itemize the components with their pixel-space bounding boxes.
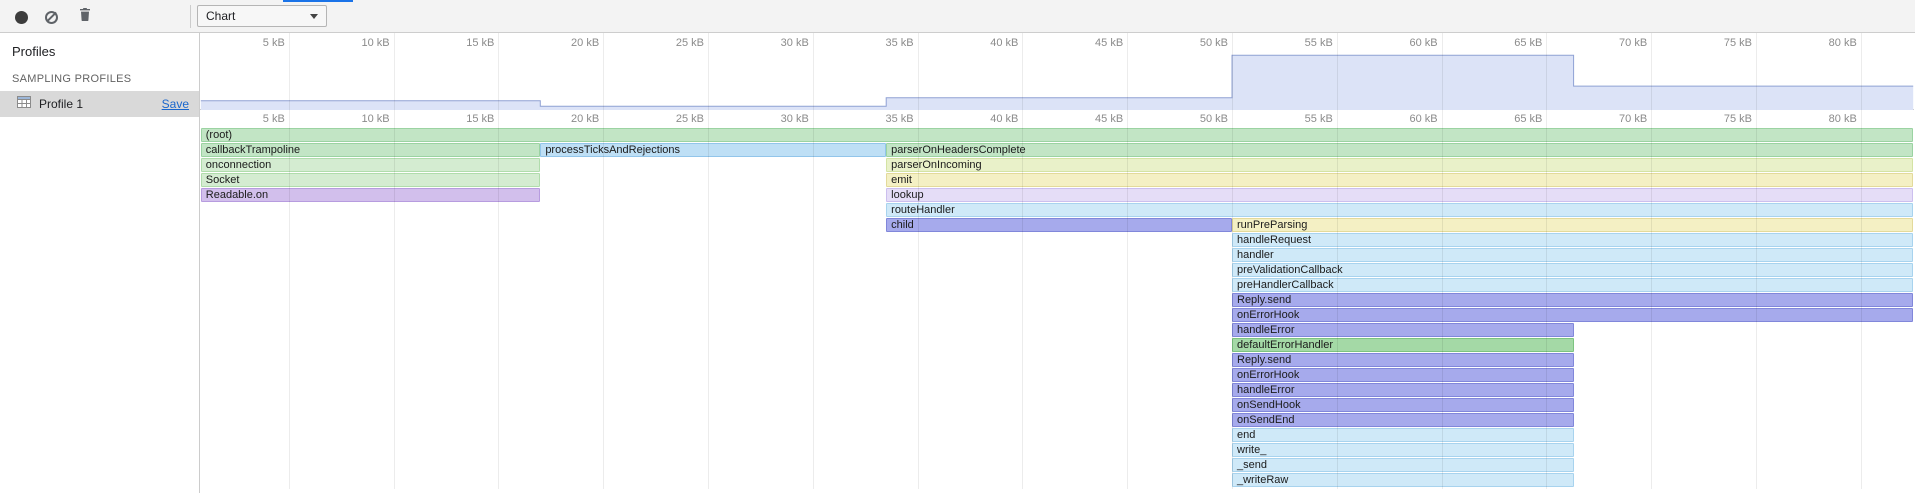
flame-frame[interactable]: emit xyxy=(886,173,1913,187)
flame-frame[interactable]: callbackTrampoline xyxy=(201,143,541,157)
profile-item[interactable]: Profile 1 Save xyxy=(0,91,199,117)
tick-label: 35 kB xyxy=(834,113,914,125)
flame-frame[interactable]: _send xyxy=(1232,458,1574,472)
flame-row: onErrorHook xyxy=(200,308,1914,323)
flame-row: defaultErrorHandler xyxy=(200,338,1914,353)
record-icon xyxy=(15,11,28,24)
flame-frame[interactable]: runPreParsing xyxy=(1232,218,1913,232)
sampling-profiles-section-label: SAMPLING PROFILES xyxy=(0,68,199,91)
flame-frame[interactable]: end xyxy=(1232,428,1574,442)
flame-frame[interactable]: defaultErrorHandler xyxy=(1232,338,1574,352)
profile-icon xyxy=(16,94,32,115)
tick-label: 25 kB xyxy=(624,113,704,125)
main: Profiles SAMPLING PROFILES Profile 1 Sav… xyxy=(0,33,1915,493)
flame-row: preHandlerCallback xyxy=(200,278,1914,293)
flame-row: handleRequest xyxy=(200,233,1914,248)
tick-label: 40 kB xyxy=(938,113,1018,125)
flame-row: (root) xyxy=(200,128,1914,143)
flame-frame[interactable]: Readable.on xyxy=(201,188,541,202)
flame-frame[interactable]: parserOnHeadersComplete xyxy=(886,143,1913,157)
view-select[interactable]: Chart xyxy=(197,5,327,27)
flame-row: callbackTrampolineprocessTicksAndRejecti… xyxy=(200,143,1914,158)
tick-label: 80 kB xyxy=(1777,113,1857,125)
flame-frame[interactable]: (root) xyxy=(201,128,1913,142)
flame-row: preValidationCallback xyxy=(200,263,1914,278)
trash-icon xyxy=(78,7,92,27)
overview-area-fill xyxy=(201,55,1913,110)
flame-frame[interactable]: Reply.send xyxy=(1232,293,1913,307)
flame-row: Readable.on lookup xyxy=(200,188,1914,203)
flame-frame[interactable]: handleRequest xyxy=(1232,233,1913,247)
flame-frame[interactable]: parserOnIncoming xyxy=(886,158,1913,172)
flame-row: handleError xyxy=(200,383,1914,398)
tick-label: 75 kB xyxy=(1672,113,1752,125)
flame-row: childrunPreParsing xyxy=(200,218,1914,233)
toolbar-separator xyxy=(190,5,191,28)
flame-row: routeHandler xyxy=(200,203,1914,218)
tick-label: 50 kB xyxy=(1148,113,1228,125)
flame-frame[interactable]: _writeRaw xyxy=(1232,473,1574,487)
flame-frame[interactable]: onErrorHook xyxy=(1232,308,1913,322)
chevron-down-icon xyxy=(310,14,318,19)
flame-frame[interactable]: processTicksAndRejections xyxy=(540,143,886,157)
flame-row: end xyxy=(200,428,1914,443)
flame-row: Reply.send xyxy=(200,293,1914,308)
tick-label: 55 kB xyxy=(1253,113,1333,125)
sidebar: Profiles SAMPLING PROFILES Profile 1 Sav… xyxy=(0,33,200,493)
clear-button[interactable] xyxy=(38,4,64,30)
flame-frame[interactable]: handleError xyxy=(1232,383,1574,397)
chart-panel: 5 kB 10 kB 15 kB 20 kB 25 kB 30 kB 35 kB 40 kB 4… xyxy=(200,33,1914,493)
tick-label: 15 kB xyxy=(414,113,494,125)
overview-area-svg xyxy=(200,33,1914,110)
flame-row: Reply.send xyxy=(200,353,1914,368)
memory-overview[interactable]: 5 kB10 kB15 kB20 kB25 kB30 kB35 kB40 kB4… xyxy=(200,33,1914,110)
flame-frame[interactable]: handleError xyxy=(1232,323,1574,337)
flame-row: onconnection parserOnIncoming xyxy=(200,158,1914,173)
tick-label: 65 kB xyxy=(1462,113,1542,125)
flame-ruler: 5 kB 10 kB 15 kB 20 kB 25 kB 30 kB 35 kB 40 kB 4… xyxy=(200,110,1914,128)
flame-chart: (root)callbackTrampolineprocessTicksAndR… xyxy=(200,128,1914,488)
tick-label: 10 kB xyxy=(310,113,390,125)
delete-profile-button[interactable] xyxy=(72,4,98,30)
flame-frame[interactable]: onconnection xyxy=(201,158,541,172)
toolbar: Chart xyxy=(0,0,1915,33)
flame-frame[interactable]: handler xyxy=(1232,248,1913,262)
flame-row: write_ xyxy=(200,443,1914,458)
view-select-value: Chart xyxy=(206,9,235,23)
flame-row: _writeRaw xyxy=(200,473,1914,488)
flame-frame[interactable]: child xyxy=(886,218,1232,232)
flame-frame[interactable]: onSendHook xyxy=(1232,398,1574,412)
flame-frame[interactable]: write_ xyxy=(1232,443,1574,457)
flame-row: handleError xyxy=(200,323,1914,338)
profiles-title: Profiles xyxy=(0,33,199,68)
panel-tab-underline xyxy=(283,0,353,2)
flame-frame[interactable]: preHandlerCallback xyxy=(1232,278,1913,292)
profile-name: Profile 1 xyxy=(39,97,155,111)
flame-frame[interactable]: onErrorHook xyxy=(1232,368,1574,382)
flame-row: onSendEnd xyxy=(200,413,1914,428)
flame-frame[interactable]: Socket xyxy=(201,173,541,187)
flame-row: onErrorHook xyxy=(200,368,1914,383)
tick-label: 20 kB xyxy=(519,113,599,125)
record-button[interactable] xyxy=(8,4,34,30)
flame-frame[interactable]: lookup xyxy=(886,188,1913,202)
flame-frame[interactable]: Reply.send xyxy=(1232,353,1574,367)
flame-frame[interactable]: preValidationCallback xyxy=(1232,263,1913,277)
ban-icon xyxy=(45,11,58,24)
tick-label: 70 kB xyxy=(1567,113,1647,125)
flame-row: _send xyxy=(200,458,1914,473)
flame-frame[interactable]: routeHandler xyxy=(886,203,1913,217)
flame-row: onSendHook xyxy=(200,398,1914,413)
tick-label: 30 kB xyxy=(729,113,809,125)
tick-label: 45 kB xyxy=(1043,113,1123,125)
tick-label: 60 kB xyxy=(1358,113,1438,125)
flame-row: handler xyxy=(200,248,1914,263)
flame-row: Socket emit xyxy=(200,173,1914,188)
save-profile-link[interactable]: Save xyxy=(162,97,189,111)
flame-frame[interactable]: onSendEnd xyxy=(1232,413,1574,427)
tick-label: 5 kB xyxy=(205,113,285,125)
